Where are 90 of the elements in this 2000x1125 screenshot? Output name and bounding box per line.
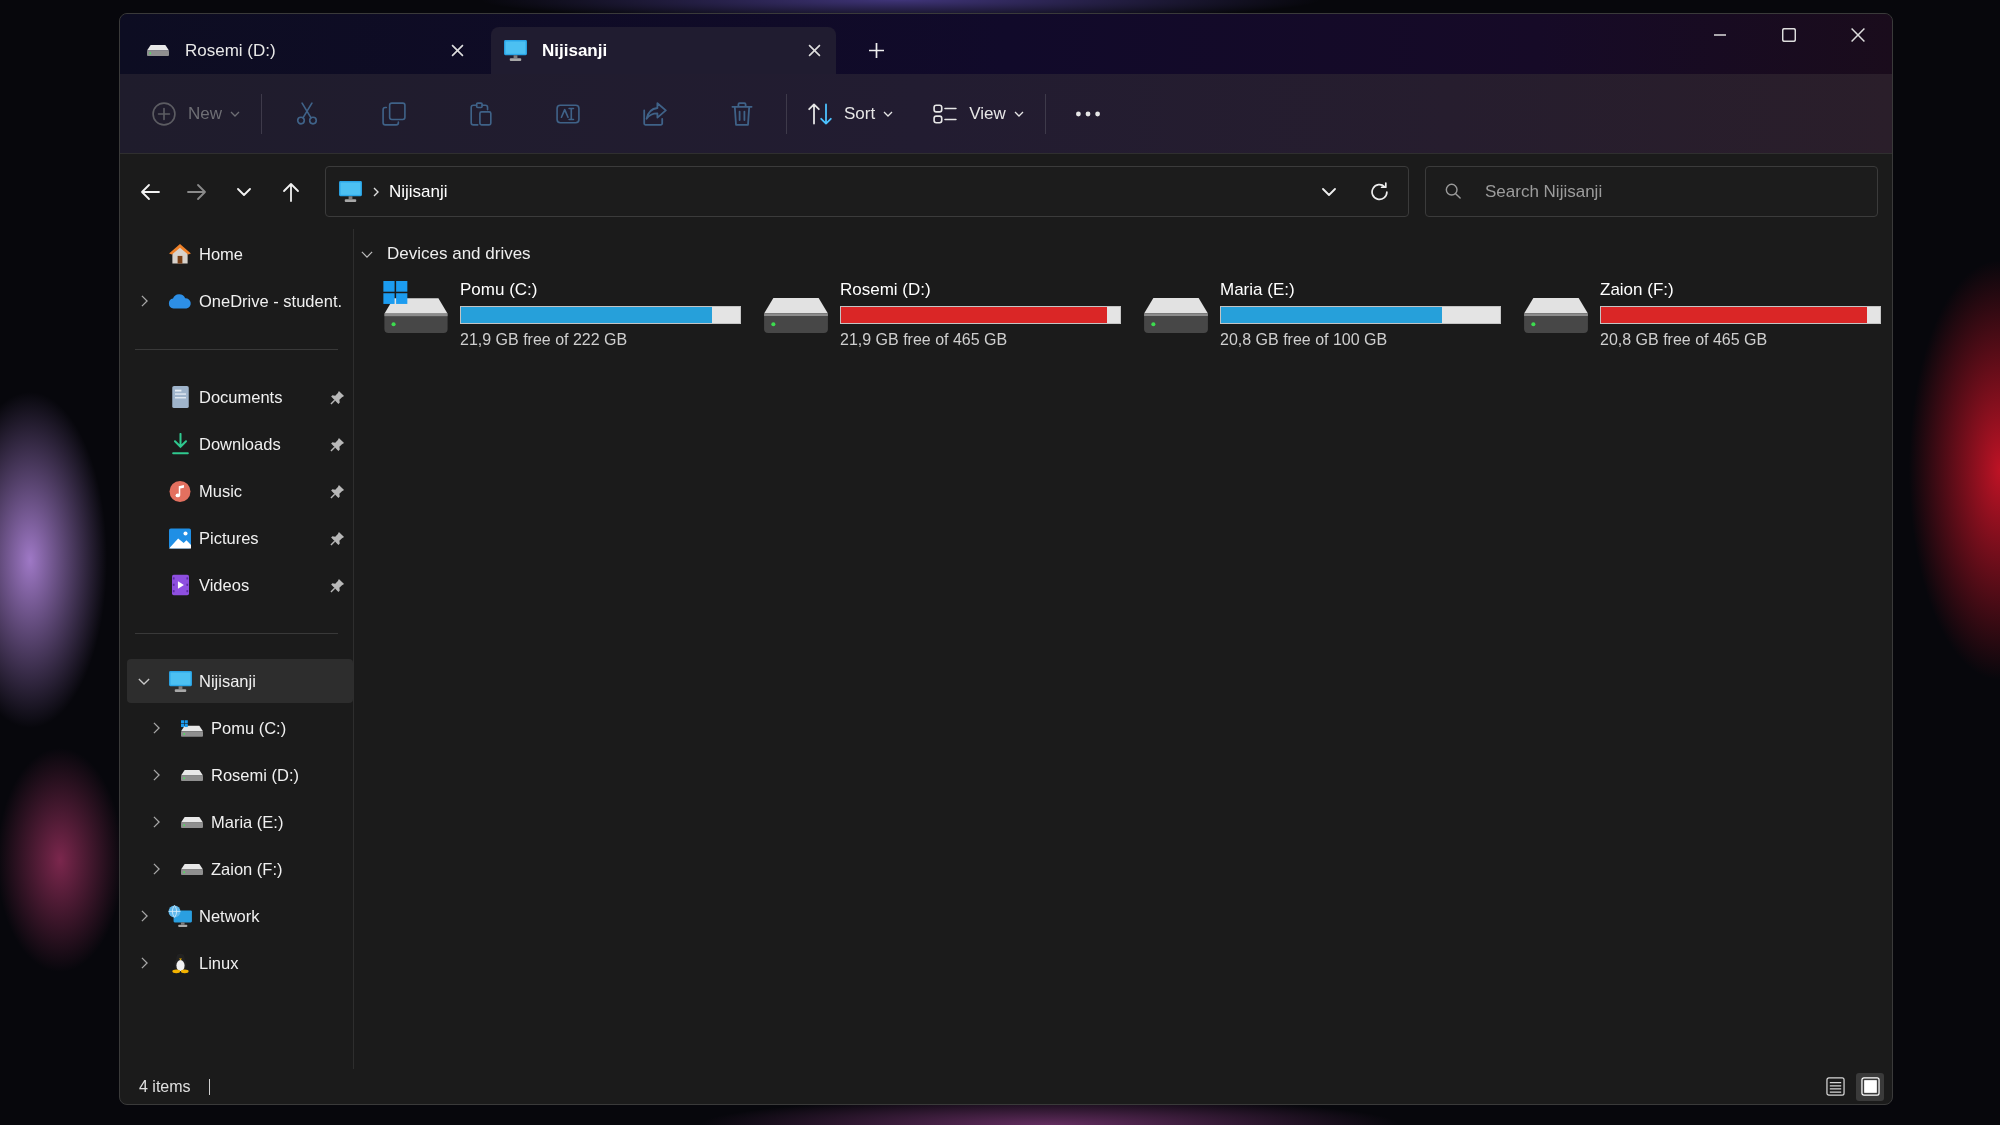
drive-icon	[181, 816, 203, 828]
hard-drive-icon	[1143, 298, 1209, 333]
caret-icon	[1013, 110, 1024, 117]
free-space-text: 21,9 GB free of 222 GB	[460, 330, 628, 350]
chevron-right-icon[interactable]	[152, 722, 160, 734]
breadcrumb-item[interactable]: Nijisanji	[386, 177, 451, 206]
chevron-right-icon[interactable]	[152, 769, 160, 781]
sidebar-item[interactable]: Maria (E:)	[127, 800, 353, 844]
monitor-icon	[503, 40, 527, 61]
chevron-right-icon[interactable]	[140, 957, 148, 969]
sidebar-item[interactable]: Music	[127, 469, 353, 513]
back-arrow-icon	[140, 182, 160, 201]
address-bar[interactable]: Nijisanji	[325, 166, 1409, 217]
penguin-icon	[171, 952, 189, 974]
tab[interactable]: Rosemi (D:)	[134, 27, 479, 74]
breadcrumb-chevron-icon	[373, 186, 379, 197]
maximize-icon	[1781, 28, 1796, 42]
monitor-icon	[338, 181, 362, 202]
chevron-right-icon[interactable]	[152, 863, 160, 875]
refresh-icon	[1371, 182, 1389, 201]
chevron-right-icon[interactable]	[152, 816, 160, 828]
share-icon	[642, 101, 667, 126]
download-icon	[170, 433, 190, 455]
sidebar-item[interactable]: Linux	[127, 941, 353, 985]
sidebar-item[interactable]: Pomu (C:)	[127, 706, 353, 750]
chevron-down-icon	[1322, 187, 1336, 196]
sidebar-item[interactable]: Pictures	[127, 516, 353, 560]
chevron-down-icon[interactable]	[138, 677, 150, 685]
close-icon	[1850, 28, 1865, 42]
sidebar-item[interactable]: Documents	[127, 375, 353, 419]
close-icon	[450, 44, 464, 57]
system-drive-icon	[181, 719, 203, 737]
monitor-icon	[168, 670, 192, 692]
picture-icon	[169, 527, 191, 549]
scissors-icon	[294, 101, 319, 126]
drive-name[interactable]: Pomu (C:)	[460, 279, 538, 301]
item-count: 4 items	[139, 1077, 191, 1096]
sidebar-item[interactable]: Rosemi (D:)	[127, 753, 353, 797]
plus-circle-icon	[152, 101, 176, 126]
sort-button[interactable]: Sort	[796, 89, 906, 138]
home-icon	[169, 244, 191, 264]
chevron-down-icon	[237, 187, 251, 196]
sidebar-item[interactable]: Videos	[127, 563, 353, 607]
details-view-icon	[1825, 1077, 1845, 1096]
drive-name[interactable]: Maria (E:)	[1220, 279, 1295, 301]
cloud-icon	[168, 293, 192, 309]
chevron-right-icon[interactable]	[140, 910, 148, 922]
sidebar-item[interactable]: Home	[127, 232, 353, 276]
trash-icon	[729, 101, 754, 126]
caret-icon	[883, 110, 894, 117]
more-options-icon	[1074, 110, 1101, 117]
clipboard-icon	[468, 101, 493, 126]
tab[interactable]: Nijisanji	[491, 27, 836, 74]
drive-icon	[181, 769, 203, 781]
music-note-icon	[169, 480, 191, 502]
drive-icon	[147, 45, 169, 56]
view-button[interactable]: View	[921, 89, 1036, 138]
caret-icon	[230, 110, 240, 117]
group-header[interactable]: Devices and drives	[354, 239, 539, 269]
chevron-right-icon[interactable]	[140, 295, 148, 307]
video-icon	[171, 574, 189, 596]
up-arrow-icon	[282, 181, 300, 202]
text-cursor-icon	[555, 101, 580, 126]
copy-icon	[381, 101, 406, 126]
free-space-text: 20,8 GB free of 100 GB	[1220, 330, 1388, 350]
hard-drive-icon	[763, 298, 829, 333]
minimize-icon	[1712, 34, 1727, 36]
free-space-text: 20,8 GB free of 465 GB	[1600, 330, 1768, 350]
free-space-text: 21,9 GB free of 465 GB	[840, 330, 1008, 350]
sidebar-item[interactable]: Zaion (F:)	[127, 847, 353, 891]
plus-icon	[868, 42, 884, 58]
sidebar-item[interactable]: OneDrive - student.	[127, 279, 353, 323]
network-icon	[168, 905, 192, 927]
sidebar-item[interactable]: Nijisanji	[127, 659, 353, 703]
hard-drive-icon	[1523, 298, 1589, 333]
drive-icon	[181, 863, 203, 875]
drive-name[interactable]: Rosemi (D:)	[840, 279, 931, 301]
sidebar-item[interactable]: Network	[127, 894, 353, 938]
forward-arrow-icon	[187, 182, 207, 201]
search-field[interactable]: Search Nijisanji	[1425, 166, 1878, 217]
tiles-view-icon	[1860, 1077, 1880, 1096]
system-drive-icon	[383, 281, 449, 333]
drive-name[interactable]: Zaion (F:)	[1600, 279, 1674, 301]
close-icon	[807, 44, 821, 57]
list-view-icon	[933, 101, 958, 126]
sort-arrows-icon	[808, 101, 832, 126]
sidebar-item[interactable]: Downloads	[127, 422, 353, 466]
document-icon	[171, 386, 189, 408]
tiles-view-button[interactable]	[1856, 1072, 1884, 1101]
search-icon	[1445, 183, 1461, 199]
